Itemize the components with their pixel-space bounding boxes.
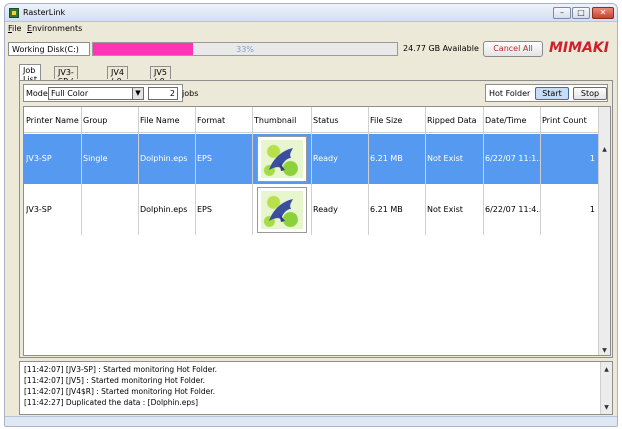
column-divider xyxy=(81,107,82,235)
status-bar xyxy=(5,416,617,426)
mode-selected-value: Full Color xyxy=(51,89,89,98)
hot-folder-start-button[interactable]: Start xyxy=(535,87,569,100)
cell-status: Ready xyxy=(313,205,338,214)
cell-file-name: Dolphin.eps xyxy=(140,205,188,214)
cell-file-name: Dolphin.eps xyxy=(140,154,188,163)
chevron-down-icon[interactable]: ▼ xyxy=(132,88,143,99)
col-thumbnail[interactable]: Thumbnail xyxy=(254,116,296,125)
tab-job-list[interactable]: Job List xyxy=(19,64,41,84)
cell-print-count: 1 xyxy=(589,205,595,214)
scroll-up-icon[interactable]: ▲ xyxy=(599,144,610,155)
dolphin-icon xyxy=(269,199,293,222)
log-scrollbar[interactable]: ▲ ▼ xyxy=(600,362,612,414)
column-divider xyxy=(138,107,139,235)
column-divider xyxy=(195,107,196,235)
cell-printer: JV3-SP xyxy=(26,154,52,163)
thumbnail-image xyxy=(257,136,307,182)
cell-status: Ready xyxy=(313,154,338,163)
log-line: [11:42:07] [JV4$R] : Started monitoring … xyxy=(24,387,215,396)
col-file-name[interactable]: File Name xyxy=(140,116,180,125)
disk-usage-bar: 33% xyxy=(92,42,398,56)
cell-ripped-data: Not Exist xyxy=(427,154,463,163)
mimaki-logo: MIMAKI xyxy=(549,40,609,56)
dolphin-icon xyxy=(269,148,293,171)
scroll-down-icon[interactable]: ▼ xyxy=(599,345,610,355)
column-divider xyxy=(425,107,426,235)
app-window: RasterLink – □ ✕ File Environments Worki… xyxy=(4,3,618,427)
col-status[interactable]: Status xyxy=(313,116,339,125)
disk-usage-text: 33% xyxy=(236,45,254,54)
scroll-down-icon[interactable]: ▼ xyxy=(601,402,612,413)
app-icon xyxy=(9,8,19,18)
log-line: [11:42:07] [JV5] : Started monitoring Ho… xyxy=(24,376,206,385)
mode-group: Mode Full Color ▼ 2 jobs xyxy=(23,84,198,102)
hot-folder-label: Hot Folder xyxy=(489,89,531,98)
maximize-icon[interactable]: □ xyxy=(572,7,590,19)
mode-select[interactable]: Full Color ▼ xyxy=(48,87,144,100)
col-ripped-data[interactable]: Ripped Data xyxy=(427,116,477,125)
cell-date-time: 6/22/07 11:1... xyxy=(485,154,540,163)
table-scrollbar[interactable]: ▲ ▼ xyxy=(598,107,610,355)
disk-status-row: Working Disk(C:) 33% 24.77 GB Available … xyxy=(5,36,617,60)
log-line: [11:42:27] Duplicated the data : [Dolphi… xyxy=(24,398,198,407)
cell-file-size: 6.21 MB xyxy=(370,205,403,214)
title-bar: RasterLink – □ ✕ xyxy=(5,4,617,22)
disk-available-text: 24.77 GB Available xyxy=(403,44,479,53)
col-file-size[interactable]: File Size xyxy=(370,116,402,125)
jobs-label: jobs xyxy=(182,89,199,98)
menu-environments[interactable]: Environments xyxy=(27,24,82,33)
column-divider xyxy=(368,107,369,235)
hot-folder-group: Hot Folder Start Stop xyxy=(485,84,608,102)
job-list-panel: Mode Full Color ▼ 2 jobs Hot Folder Star… xyxy=(19,80,613,358)
menu-bar: File Environments xyxy=(5,22,617,36)
cell-group: Single xyxy=(83,154,108,163)
log-line: [11:42:07] [JV3-SP] : Started monitoring… xyxy=(24,365,218,374)
col-date-time[interactable]: Date/Time xyxy=(485,116,526,125)
cell-file-size: 6.21 MB xyxy=(370,154,403,163)
column-divider xyxy=(311,107,312,235)
minimize-icon[interactable]: – xyxy=(553,7,571,19)
cell-format: EPS xyxy=(197,154,212,163)
scroll-up-icon[interactable]: ▲ xyxy=(601,364,612,375)
cell-printer: JV3-SP xyxy=(26,205,52,214)
cell-ripped-data: Not Exist xyxy=(427,205,463,214)
tab-jv4[interactable]: JV4 ( 0 ) xyxy=(107,66,128,95)
col-printer-name[interactable]: Printer Name xyxy=(26,116,79,125)
column-divider xyxy=(483,107,484,235)
tab-jv3-sp[interactable]: JV3-SP ( 0 ) xyxy=(54,66,78,95)
col-group[interactable]: Group xyxy=(83,116,107,125)
cell-print-count: 1 xyxy=(589,154,595,163)
message-log: [11:42:07] [JV3-SP] : Started monitoring… xyxy=(19,361,613,415)
mode-label: Mode xyxy=(26,89,48,98)
col-print-count[interactable]: Print Count xyxy=(542,116,587,125)
column-divider xyxy=(540,107,541,235)
dolphin-thumbnail-icon xyxy=(261,140,303,178)
cell-date-time: 6/22/07 11:4... xyxy=(485,205,540,214)
thumbnail-image xyxy=(257,187,307,233)
col-format[interactable]: Format xyxy=(197,116,225,125)
menu-file[interactable]: File xyxy=(8,24,21,33)
job-table: Printer Name Group File Name Format Thum… xyxy=(23,106,611,356)
window-title: RasterLink xyxy=(23,8,66,17)
close-icon[interactable]: ✕ xyxy=(592,7,614,19)
cancel-all-button[interactable]: Cancel All xyxy=(483,41,543,57)
tab-jv5[interactable]: JV5 ( 0 ) xyxy=(150,66,171,95)
jobs-count: 2 xyxy=(148,87,178,100)
dolphin-thumbnail-icon xyxy=(261,191,303,229)
hot-folder-stop-button[interactable]: Stop xyxy=(573,87,607,100)
cell-format: EPS xyxy=(197,205,212,214)
working-disk-label: Working Disk(C:) xyxy=(8,42,90,56)
column-divider xyxy=(252,107,253,235)
